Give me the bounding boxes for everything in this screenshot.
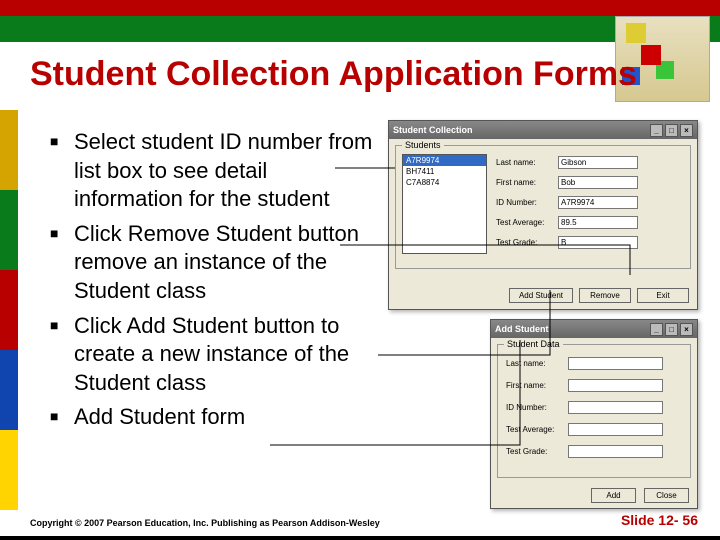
list-item[interactable]: C7A8874 — [403, 177, 486, 188]
list-item[interactable]: A7R9974 — [403, 155, 486, 166]
grade-label: Test Grade: — [506, 447, 568, 456]
remove-student-button[interactable]: Remove — [579, 288, 631, 303]
id-input[interactable] — [568, 401, 663, 414]
minimize-icon[interactable]: _ — [650, 323, 663, 336]
firstname-label: First name: — [496, 178, 558, 187]
bullet-item: Add Student form — [50, 403, 380, 432]
window-title: Add Student — [495, 324, 549, 334]
add-button[interactable]: Add — [591, 488, 636, 503]
list-item[interactable]: BH7411 — [403, 166, 486, 177]
id-value: A7R9974 — [558, 196, 638, 209]
bullet-item: Click Add Student button to create a new… — [50, 312, 380, 398]
groupbox-label: Students — [402, 140, 444, 150]
top-red-bar — [0, 0, 720, 16]
bullet-item: Select student ID number from list box t… — [50, 128, 380, 214]
id-label: ID Number: — [496, 198, 558, 207]
minimize-icon[interactable]: _ — [650, 124, 663, 137]
maximize-icon[interactable]: □ — [665, 323, 678, 336]
top-green-bar — [0, 16, 720, 42]
copyright: Copyright © 2007 Pearson Education, Inc.… — [30, 518, 380, 528]
bottom-black-bar — [0, 536, 720, 540]
grade-value: B — [558, 236, 638, 249]
add-student-window: Add Student _ □ × Student Data Last name… — [490, 319, 698, 509]
student-collection-window: Student Collection _ □ × Students A7R997… — [388, 120, 698, 310]
add-student-button[interactable]: Add Student — [509, 288, 573, 303]
avg-label: Test Average: — [506, 425, 568, 434]
titlebar: Add Student _ □ × — [491, 320, 697, 338]
groupbox-label: Student Data — [504, 339, 563, 349]
close-icon[interactable]: × — [680, 323, 693, 336]
slide-title: Student Collection Application Forms — [30, 55, 637, 94]
id-label: ID Number: — [506, 403, 568, 412]
firstname-value: Bob — [558, 176, 638, 189]
exit-button[interactable]: Exit — [637, 288, 689, 303]
lastname-label: Last name: — [506, 359, 568, 368]
bullet-item: Click Remove Student button remove an in… — [50, 220, 380, 306]
firstname-label: First name: — [506, 381, 568, 390]
grade-label: Test Grade: — [496, 238, 558, 247]
lastname-input[interactable] — [568, 357, 663, 370]
student-id-listbox[interactable]: A7R9974 BH7411 C7A8874 — [402, 154, 487, 254]
bullet-list: Select student ID number from list box t… — [50, 128, 380, 438]
avg-label: Test Average: — [496, 218, 558, 227]
grade-input[interactable] — [568, 445, 663, 458]
window-title: Student Collection — [393, 125, 473, 135]
students-groupbox: Students A7R9974 BH7411 C7A8874 Last nam… — [395, 145, 691, 269]
avg-input[interactable] — [568, 423, 663, 436]
left-stripe — [0, 110, 18, 500]
lastname-label: Last name: — [496, 158, 558, 167]
titlebar: Student Collection _ □ × — [389, 121, 697, 139]
firstname-input[interactable] — [568, 379, 663, 392]
lastname-value: Gibson — [558, 156, 638, 169]
student-data-groupbox: Student Data Last name: First name: ID N… — [497, 344, 691, 478]
avg-value: 89.5 — [558, 216, 638, 229]
maximize-icon[interactable]: □ — [665, 124, 678, 137]
close-icon[interactable]: × — [680, 124, 693, 137]
close-button[interactable]: Close — [644, 488, 689, 503]
slide-number: Slide 12- 56 — [621, 512, 698, 528]
